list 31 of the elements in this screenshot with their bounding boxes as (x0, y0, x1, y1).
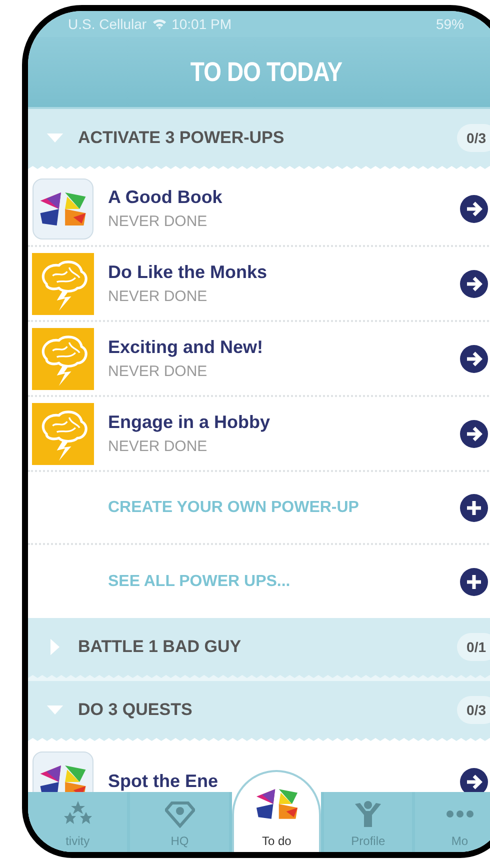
person-icon (353, 800, 384, 828)
item-title[interactable]: A Good Book (108, 187, 222, 208)
wifi-icon (152, 18, 167, 30)
logo-icon (32, 178, 94, 240)
brain-icon (32, 402, 94, 464)
count-badge: 0/3 (456, 124, 490, 152)
plus-icon[interactable] (460, 568, 488, 596)
count-badge: 0/3 (456, 696, 490, 724)
brain-icon (32, 328, 94, 390)
count-badge: 0/1 (456, 632, 490, 660)
section-header[interactable]: DO 3 QUESTS 0/3 (28, 681, 490, 744)
screen-title: TO DO TODAY (190, 56, 342, 88)
item-status: NEVER DONE (108, 363, 208, 380)
time-text: 10:01 PM (172, 16, 232, 32)
carrier-text: U.S. Cellular (68, 16, 147, 32)
item-status: NEVER DONE (108, 288, 208, 305)
gem-icon (164, 800, 195, 828)
item-status: NEVER DONE (108, 213, 208, 230)
item-title[interactable]: Exciting and New! (108, 337, 264, 358)
item-title[interactable]: Spot the Ene (108, 771, 218, 792)
section-header[interactable]: BATTLE 1 BAD GUY 0/1 (28, 618, 490, 681)
battery-text: 59% (436, 16, 464, 32)
item-status: NEVER DONE (108, 438, 208, 455)
item-title[interactable]: Do Like the Monks (108, 262, 268, 283)
tab[interactable]: To do (232, 770, 321, 852)
section-header[interactable]: ACTIVATE 3 POWER-UPS 0/3 (28, 109, 490, 172)
plus-icon[interactable] (460, 494, 488, 522)
arrow-icon[interactable] (460, 768, 488, 792)
more-icon (444, 810, 475, 818)
item-title[interactable]: Engage in a Hobby (108, 412, 270, 433)
brain-icon (32, 252, 94, 314)
